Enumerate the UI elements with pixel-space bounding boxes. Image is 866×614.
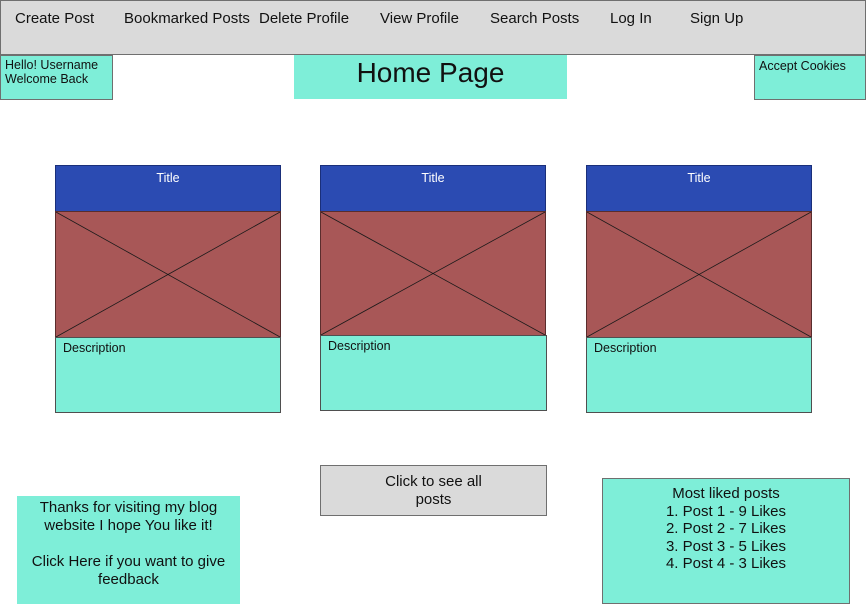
image-placeholder-icon [321,212,545,335]
nav-create-post[interactable]: Create Post [15,10,94,27]
greeting-welcome: Welcome Back [5,72,89,86]
nav-delete-profile[interactable]: Delete Profile [259,10,349,27]
post-card-2-title[interactable]: Title [320,165,546,212]
image-placeholder-icon [587,212,811,337]
thanks-line2: website I hope You like it! [44,517,213,534]
most-liked-item[interactable]: 4. Post 4 - 3 Likes [603,555,849,573]
accept-cookies-button[interactable]: Accept Cookies [754,55,866,100]
nav-log-in[interactable]: Log In [610,10,652,27]
thanks-box: Thanks for visiting my blog website I ho… [17,496,240,604]
post-card-3-image-placeholder[interactable] [586,211,812,338]
page-title: Home Page [294,55,567,99]
post-card-1-image-placeholder[interactable] [55,211,281,338]
post-card-3-title[interactable]: Title [586,165,812,212]
most-liked-item[interactable]: 2. Post 2 - 7 Likes [603,520,849,538]
nav-search-posts[interactable]: Search Posts [490,10,579,27]
see-all-posts-button[interactable]: Click to see all posts [320,465,547,516]
image-placeholder-icon [56,212,280,337]
most-liked-heading: Most liked posts [672,485,780,502]
nav-view-profile[interactable]: View Profile [380,10,459,27]
thanks-line1: Thanks for visiting my blog [39,499,218,516]
post-card-2-image-placeholder[interactable] [320,211,546,336]
most-liked-posts-panel: Most liked posts 1. Post 1 - 9 Likes 2. … [602,478,850,604]
post-card-1-title[interactable]: Title [55,165,281,212]
nav-sign-up[interactable]: Sign Up [690,10,743,27]
see-all-label-line1: Click to see all [385,473,482,490]
feedback-line1: Click Here if you want to give [31,553,226,570]
feedback-line2: feedback [98,571,159,588]
greeting-hello: Hello! Username [5,58,99,72]
most-liked-item[interactable]: 1. Post 1 - 9 Likes [603,503,849,521]
post-card-1-description: Description [55,337,281,413]
feedback-link[interactable]: Click Here if you want to give feedback [17,553,240,589]
post-card-2-description: Description [320,335,547,411]
nav-bookmarked-posts[interactable]: Bookmarked Posts [124,10,250,27]
see-all-label-line2: posts [415,491,452,508]
user-greeting: Hello! Username Welcome Back [0,55,113,100]
post-card-3-description: Description [586,337,812,413]
most-liked-item[interactable]: 3. Post 3 - 5 Likes [603,538,849,556]
top-nav: Create Post Bookmarked Posts Delete Prof… [0,0,866,55]
